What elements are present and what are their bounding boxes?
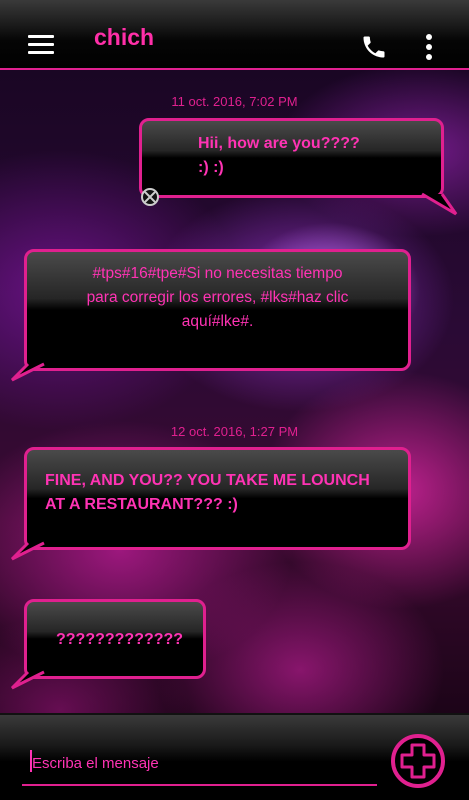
- text-cursor: [30, 750, 32, 772]
- app-header: [0, 0, 469, 68]
- more-vert-icon[interactable]: [424, 34, 434, 60]
- message-text: FINE, AND YOU?? YOU TAKE ME LOUNCH AT A …: [45, 472, 370, 513]
- conversation-title: chich: [94, 24, 155, 50]
- timestamp: 11 oct. 2016, 7:02 PM: [171, 94, 298, 109]
- message-bubble-sent[interactable]: Hii, how are you???? :) :): [139, 118, 444, 198]
- message-bubble-received[interactable]: FINE, AND YOU?? YOU TAKE ME LOUNCH AT A …: [24, 447, 411, 550]
- bubble-tail: [10, 362, 45, 382]
- message-text: #tps#16#tpe#Si no necesitas tiempo para …: [86, 265, 349, 330]
- message-text: ?????????????: [56, 631, 184, 648]
- message-bubble-received[interactable]: ?????????????: [24, 599, 206, 679]
- add-circle-icon[interactable]: [390, 733, 446, 789]
- input-underline: [22, 784, 377, 786]
- message-bubble-received[interactable]: #tps#16#tpe#Si no necesitas tiempo para …: [24, 249, 411, 371]
- message-input[interactable]: [30, 748, 379, 778]
- menu-icon[interactable]: [28, 35, 54, 55]
- phone-icon[interactable]: [360, 33, 388, 61]
- bubble-tail: [421, 192, 458, 216]
- timestamp: 12 oct. 2016, 1:27 PM: [170, 424, 299, 439]
- bubble-tail: [10, 670, 45, 690]
- bubble-tail: [10, 541, 45, 561]
- message-failed-icon[interactable]: [140, 187, 160, 207]
- header-divider: [0, 68, 469, 70]
- message-text: Hii, how are you???? :) :): [198, 135, 360, 176]
